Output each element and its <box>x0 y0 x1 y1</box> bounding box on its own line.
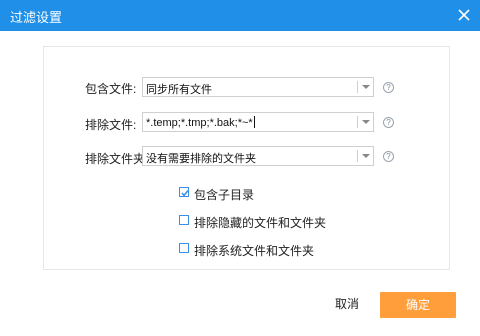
exclude-folders-value: 没有需要排除的文件夹 <box>146 153 256 165</box>
dropdown-separator <box>357 150 358 162</box>
include-subdirectories-label: 包含子目录 <box>194 188 255 202</box>
include-files-help-icon[interactable]: ? <box>383 82 394 93</box>
exclude-files-input[interactable]: *.temp;*.tmp;*.bak;*~* <box>142 112 374 132</box>
dropdown-arrow-icon[interactable] <box>362 120 370 124</box>
dropdown-arrow-icon[interactable] <box>362 85 370 89</box>
exclude-folders-label: 排除文件夹: <box>85 152 149 166</box>
dropdown-separator <box>357 116 358 128</box>
text-cursor <box>253 116 255 128</box>
dropdown-separator <box>357 81 358 93</box>
include-files-label: 包含文件: <box>85 82 137 96</box>
exclude-files-label: 排除文件: <box>85 118 137 132</box>
exclude-folders-help-icon[interactable]: ? <box>383 151 394 162</box>
include-files-select[interactable]: 同步所有文件 <box>142 77 374 97</box>
include-files-value: 同步所有文件 <box>146 84 212 96</box>
title-bar: 过滤设置 <box>0 0 480 31</box>
include-subdirectories-checkbox[interactable] <box>179 187 189 197</box>
exclude-system-checkbox[interactable] <box>179 243 189 253</box>
close-icon <box>458 9 470 21</box>
dialog-title: 过滤设置 <box>10 10 63 25</box>
dropdown-arrow-icon[interactable] <box>362 154 370 158</box>
checkmark-icon <box>181 190 189 197</box>
exclude-folders-select[interactable]: 没有需要排除的文件夹 <box>142 146 374 166</box>
cancel-button[interactable]: 取消 <box>325 295 369 315</box>
exclude-hidden-label: 排除隐藏的文件和文件夹 <box>194 216 327 230</box>
close-button[interactable] <box>454 5 474 25</box>
exclude-files-help-icon[interactable]: ? <box>383 117 394 128</box>
exclude-system-label: 排除系统文件和文件夹 <box>194 244 315 258</box>
filter-settings-dialog: 过滤设置 包含文件: 同步所有文件 ? 排除文件: *.temp;*.tmp;*… <box>0 0 480 336</box>
exclude-hidden-checkbox[interactable] <box>179 215 189 225</box>
ok-button[interactable]: 确定 <box>380 292 456 318</box>
exclude-files-value: *.temp;*.tmp;*.bak;*~* <box>146 116 255 129</box>
